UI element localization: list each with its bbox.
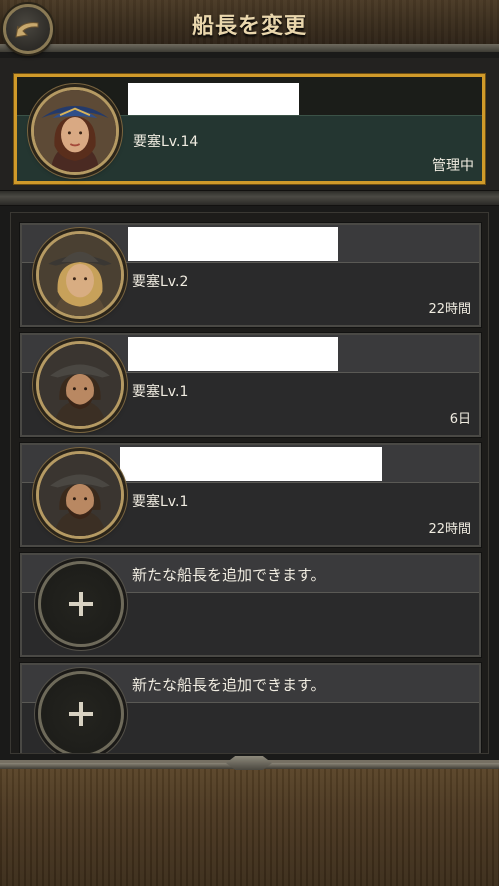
captain-portrait-bearded <box>36 451 124 539</box>
captain-card[interactable]: 要塞Lv.2 22時間 <box>20 223 481 327</box>
active-captain-card[interactable]: 要塞Lv.14 管理中 <box>14 74 485 184</box>
captain-portrait-blond <box>36 231 124 319</box>
add-captain-slot[interactable]: 新たな船長を追加できます。 <box>20 663 481 753</box>
header-bar: 船長を変更 <box>0 0 499 52</box>
captain-card[interactable]: 要塞Lv.1 6日 <box>20 333 481 437</box>
plus-icon <box>69 702 93 726</box>
section-divider <box>0 190 499 206</box>
captain-name-redacted <box>128 227 338 261</box>
captain-list[interactable]: 要塞Lv.2 22時間 要塞Lv.1 6日 要塞Lv.1 22時間 新たな船長を… <box>10 212 489 754</box>
captain-name-redacted <box>128 83 299 115</box>
captain-level: 要塞Lv.14 <box>133 134 199 150</box>
add-captain-button[interactable] <box>38 561 124 647</box>
back-arrow-icon <box>15 22 39 38</box>
captain-portrait-female <box>31 87 119 175</box>
add-captain-label: 新たな船長を追加できます。 <box>132 676 326 694</box>
captain-name-redacted <box>128 337 338 371</box>
back-button[interactable] <box>3 4 53 54</box>
captain-level: 要塞Lv.2 <box>132 274 189 290</box>
add-captain-label: 新たな船長を追加できます。 <box>132 566 326 584</box>
add-captain-button[interactable] <box>38 671 124 753</box>
captain-time: 22時間 <box>428 522 471 537</box>
add-captain-slot[interactable]: 新たな船長を追加できます。 <box>20 553 481 657</box>
captain-level: 要塞Lv.1 <box>132 384 189 400</box>
plus-icon <box>69 592 93 616</box>
captain-portrait-bearded <box>36 341 124 429</box>
captain-name-redacted <box>120 447 382 481</box>
header-divider <box>0 44 499 52</box>
active-captain-panel: 要塞Lv.14 管理中 <box>0 58 499 190</box>
footer-ornament <box>226 756 272 770</box>
captain-time: 6日 <box>449 412 471 427</box>
captain-level: 要塞Lv.1 <box>132 494 189 510</box>
page-title: 船長を変更 <box>191 14 307 39</box>
captain-card[interactable]: 要塞Lv.1 22時間 <box>20 443 481 547</box>
status-badge: 管理中 <box>432 158 474 174</box>
captain-time: 22時間 <box>428 302 471 317</box>
footer-panel <box>0 756 499 886</box>
